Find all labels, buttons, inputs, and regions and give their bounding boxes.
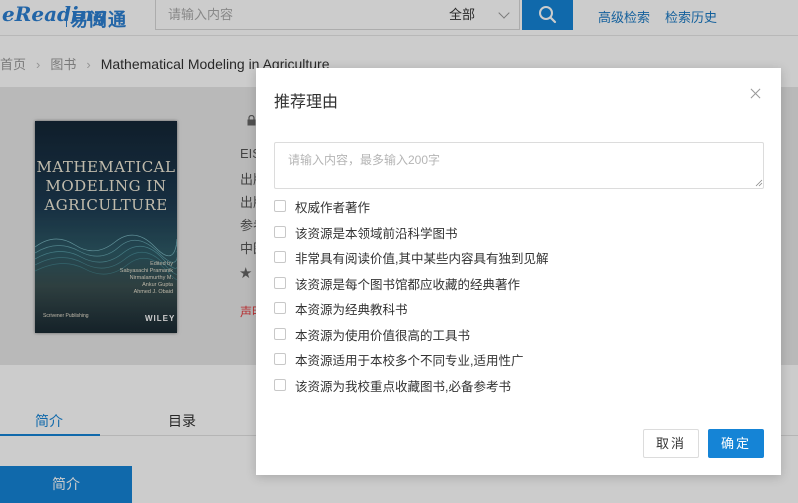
reason-label: 该资源是本领域前沿科学图书 bbox=[295, 226, 458, 241]
reason-label: 本资源为使用价值很高的工具书 bbox=[295, 328, 471, 343]
reason-label: 该资源是每个图书馆都应收藏的经典著作 bbox=[295, 277, 521, 292]
reason-label: 非常具有阅读价值,其中某些内容具有独到见解 bbox=[295, 252, 549, 266]
reason-textarea[interactable] bbox=[274, 142, 764, 189]
cancel-button[interactable]: 取消 bbox=[643, 429, 699, 458]
reason-option[interactable]: 该资源是每个图书馆都应收藏的经典著作 bbox=[274, 273, 764, 293]
dialog-title: 推荐理由 bbox=[274, 94, 339, 111]
reason-option[interactable]: 该资源为我校重点收藏图书,必备参考书 bbox=[274, 375, 764, 395]
reason-option[interactable]: 该资源是本领域前沿科学图书 bbox=[274, 222, 764, 242]
reason-label: 权威作者著作 bbox=[295, 201, 371, 215]
reason-checkbox[interactable] bbox=[274, 327, 286, 340]
reason-option[interactable]: 非常具有阅读价值,其中某些内容具有独到见解 bbox=[274, 247, 764, 267]
reason-option[interactable]: 本资源为使用价值很高的工具书 bbox=[274, 324, 764, 344]
reason-option[interactable]: 本资源为经典教科书 bbox=[274, 298, 764, 318]
reason-option[interactable]: 权威作者著作 bbox=[274, 196, 764, 216]
reason-label: 本资源适用于本校多个不同专业,适用性广 bbox=[295, 354, 524, 368]
resize-grip-icon[interactable] bbox=[755, 179, 763, 187]
recommend-reason-dialog: 推荐理由 权威作者著作 该资源是本领域前沿科学图书 非常具有阅读价值,其中某些内… bbox=[256, 68, 781, 475]
dialog-header-divider bbox=[256, 124, 781, 125]
reason-checkbox[interactable] bbox=[274, 200, 286, 212]
reason-checkbox[interactable] bbox=[274, 302, 286, 314]
reason-checkbox[interactable] bbox=[274, 251, 286, 263]
reason-checkbox[interactable] bbox=[274, 225, 286, 238]
reason-checkbox[interactable] bbox=[274, 353, 286, 365]
confirm-button[interactable]: 确定 bbox=[708, 429, 764, 458]
close-icon[interactable] bbox=[749, 87, 763, 101]
reason-checkbox[interactable] bbox=[274, 378, 286, 391]
reason-label: 该资源为我校重点收藏图书,必备参考书 bbox=[295, 379, 511, 394]
reason-checkbox[interactable] bbox=[274, 276, 286, 289]
reason-label: 本资源为经典教科书 bbox=[295, 303, 408, 317]
reason-option[interactable]: 本资源适用于本校多个不同专业,适用性广 bbox=[274, 349, 764, 369]
